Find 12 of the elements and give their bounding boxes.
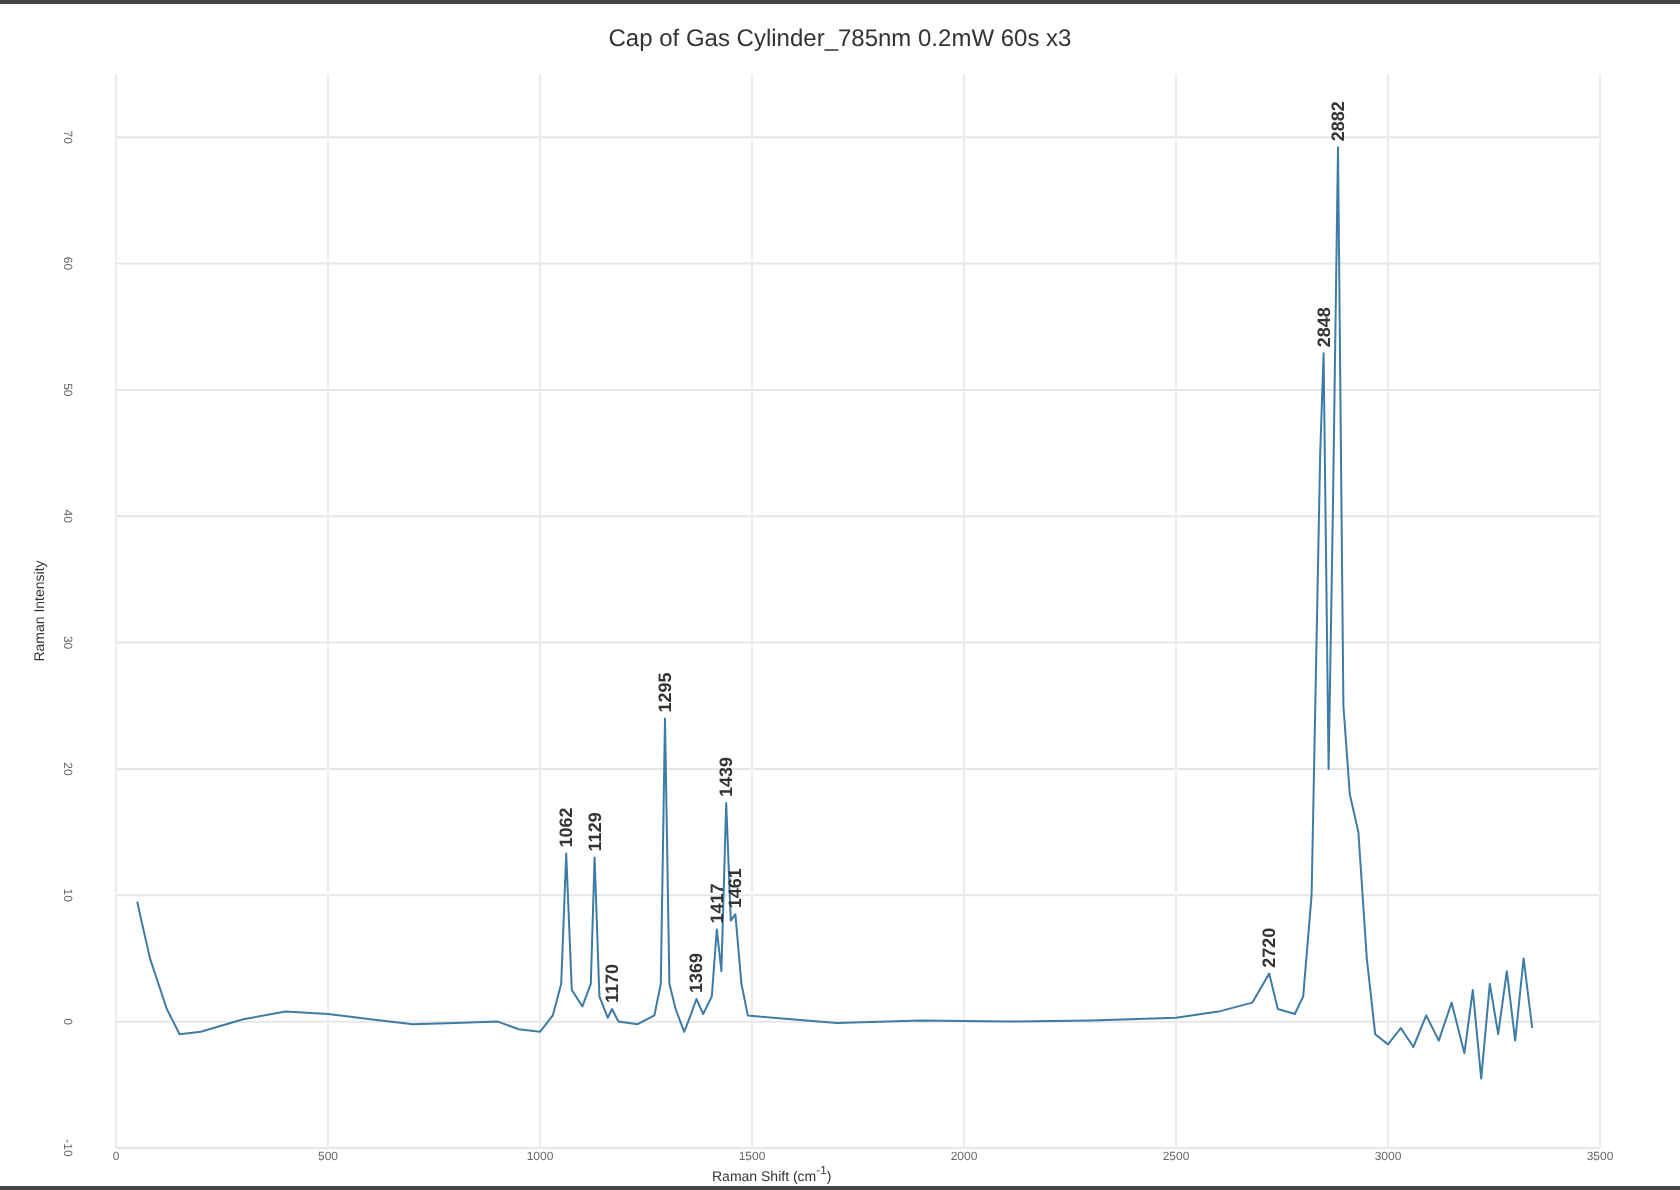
peak-label: 1062: [556, 807, 577, 848]
peak-label: 1369: [686, 952, 707, 993]
peak-label: 1417: [706, 883, 727, 924]
peak-label: 1295: [655, 672, 676, 713]
peak-label: 1170: [602, 963, 623, 1003]
peak-label: 2720: [1259, 927, 1280, 968]
peak-label: 1461: [725, 868, 746, 909]
chart-title: Cap of Gas Cylinder_785nm 0.2mW 60s x3: [608, 24, 1072, 52]
peak-label: 1439: [716, 757, 737, 798]
peak-label: 2848: [1313, 307, 1334, 348]
peak-label: 1129: [584, 812, 605, 852]
peak-label: 2882: [1327, 101, 1348, 142]
